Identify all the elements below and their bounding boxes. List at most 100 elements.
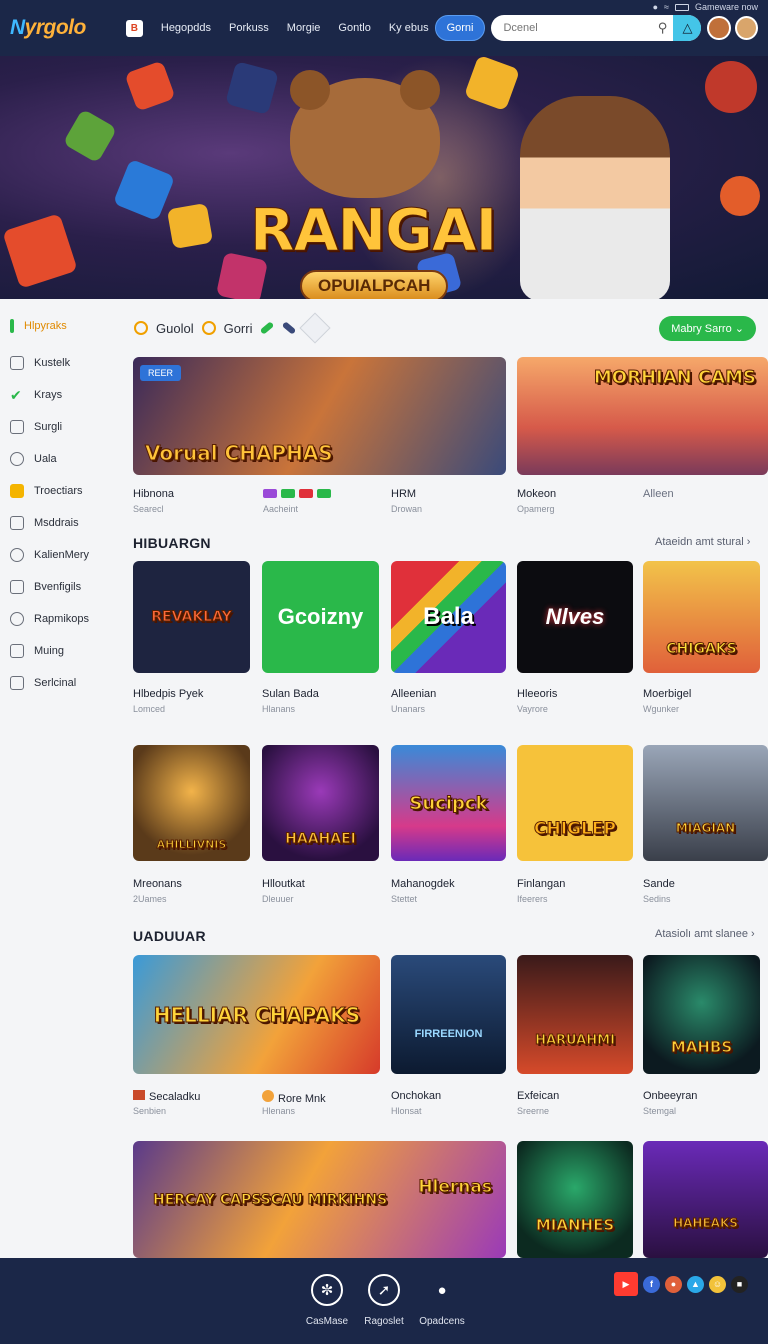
card-art-text: AHILLIVNIS bbox=[156, 838, 227, 852]
game-card[interactable]: FIRREENION bbox=[391, 955, 506, 1074]
sidebar-item-10[interactable]: Rapmikops bbox=[0, 603, 118, 635]
nav-pill-button[interactable]: Gorni bbox=[434, 15, 486, 41]
filter-chip-2[interactable]: Gorri bbox=[224, 321, 253, 336]
game-card[interactable]: CHIGAKS bbox=[643, 561, 760, 673]
tag-icon bbox=[281, 489, 295, 498]
search-icon[interactable]: ⚲ bbox=[651, 20, 673, 36]
card-subtitle: Sedins bbox=[643, 894, 671, 904]
card-title[interactable]: Mahanogdek bbox=[391, 878, 455, 890]
avatar[interactable] bbox=[707, 16, 731, 40]
card-title[interactable]: Onbeeyran bbox=[643, 1090, 697, 1102]
card-title[interactable]: Finlangan bbox=[517, 878, 565, 890]
section-view-all-link[interactable]: Ataeidn amt stural › bbox=[655, 536, 750, 548]
game-card[interactable]: REVAKLAY bbox=[133, 561, 250, 673]
main-nav: B Hegopdds Porkuss Morgie Gontlo Ky ebus bbox=[125, 19, 429, 37]
game-card[interactable]: HAAHAEI bbox=[262, 745, 379, 861]
chevron-down-icon: ⌄ bbox=[734, 322, 744, 335]
game-card[interactable]: Gcoizny bbox=[262, 561, 379, 673]
game-card[interactable]: MIANHES bbox=[517, 1141, 633, 1258]
compass-icon: ➚ bbox=[368, 1274, 400, 1306]
card-title[interactable]: Mokeon bbox=[517, 488, 556, 500]
card-art-text: HELLIAR CHAPAKS bbox=[153, 1002, 360, 1027]
card-art-text: CHIGAKS bbox=[666, 641, 737, 658]
card-title[interactable]: HRM bbox=[391, 488, 416, 500]
sidebar-item-3[interactable]: ✔ Krays bbox=[0, 379, 118, 411]
card-subtitle: Aacheint bbox=[263, 504, 299, 514]
game-icon bbox=[133, 1090, 145, 1100]
hero-banner[interactable]: RANGAI OPUIALPCAH bbox=[0, 56, 768, 299]
card-title[interactable]: Secaladku bbox=[133, 1090, 200, 1103]
hero-title: RANGAI bbox=[249, 196, 497, 265]
nav-item-4[interactable]: Gontlo bbox=[338, 22, 370, 34]
card-title[interactable]: Exfeican bbox=[517, 1090, 559, 1102]
card-title[interactable]: Hlloutkat bbox=[262, 878, 305, 890]
card-title[interactable]: Alleenian bbox=[391, 688, 436, 700]
chevron-right-icon: › bbox=[751, 928, 755, 940]
dice-decoration bbox=[2, 213, 78, 289]
game-card[interactable]: MAHBS bbox=[643, 955, 760, 1074]
notification-icon[interactable]: △ bbox=[673, 15, 702, 41]
nav-item-5[interactable]: Ky ebus bbox=[389, 22, 429, 34]
sidebar-item-5[interactable]: Uala bbox=[0, 443, 118, 475]
nav-item-2[interactable]: Porkuss bbox=[229, 22, 269, 34]
nav-item-1[interactable]: Hegopdds bbox=[161, 22, 211, 34]
card-art-text: HAAHAEI bbox=[285, 831, 357, 848]
game-card[interactable]: Nlves bbox=[517, 561, 633, 673]
youtube-icon[interactable]: ▶ bbox=[614, 1272, 638, 1296]
game-card[interactable]: HAHEAKS bbox=[643, 1141, 768, 1258]
user-icon[interactable] bbox=[734, 16, 758, 40]
sidebar-item-4[interactable]: Surgli bbox=[0, 411, 118, 443]
featured-card-left[interactable]: Vorual CHAPHAS bbox=[133, 357, 506, 475]
game-card[interactable]: HARUAHMI bbox=[517, 955, 633, 1074]
card-title[interactable]: Hleeoris bbox=[517, 688, 557, 700]
card-title[interactable]: Sande bbox=[643, 878, 675, 890]
sidebar-item-1[interactable]: Hlpyraks bbox=[0, 305, 118, 347]
game-card[interactable]: Bala bbox=[391, 561, 506, 673]
social-icon[interactable]: ● bbox=[665, 1275, 682, 1293]
card-title[interactable]: Sulan Bada bbox=[262, 688, 319, 700]
card-subtitle: Searecl bbox=[133, 504, 164, 514]
hero-character bbox=[520, 96, 670, 299]
card-title[interactable]: Mreonans bbox=[133, 878, 182, 890]
card-title[interactable]: Alleen bbox=[643, 488, 674, 500]
filter-chip-1[interactable]: Guolol bbox=[156, 321, 194, 336]
social-icon[interactable]: ☺ bbox=[709, 1275, 726, 1293]
sidebar-item-8[interactable]: KalienMery bbox=[0, 539, 118, 571]
bottom-nav-opadcens[interactable]: ● Opadcens bbox=[402, 1274, 482, 1328]
wifi-icon: ≈ bbox=[664, 2, 669, 12]
sidebar-item-2[interactable]: Kustelk bbox=[0, 347, 118, 379]
card-art-text: MIANHES bbox=[535, 1216, 615, 1235]
card-title[interactable]: Onchokan bbox=[391, 1090, 441, 1102]
sort-dropdown-button[interactable]: Mabry Sarro ⌄ bbox=[659, 315, 756, 341]
social-icon[interactable]: ■ bbox=[731, 1275, 748, 1293]
pill-icon[interactable] bbox=[260, 321, 275, 335]
game-card[interactable]: Sucipck bbox=[391, 745, 506, 861]
card-title[interactable]: Rore Mnk bbox=[262, 1090, 326, 1105]
card-art-text: MIAGIAN bbox=[675, 821, 736, 836]
featured-card-right[interactable]: MORHIAN CAMS bbox=[517, 357, 768, 475]
nav-item-3[interactable]: Morgie bbox=[287, 22, 321, 34]
card-title[interactable]: Hlbedpis Pyek bbox=[133, 688, 203, 700]
game-card[interactable]: HERCAY CAPSSCAU MIRKIHNS Hlernas bbox=[133, 1141, 506, 1258]
sidebar-item-12[interactable]: Serlcinal bbox=[0, 667, 118, 699]
game-card[interactable]: MIAGIAN bbox=[643, 745, 768, 861]
section-view-all-link[interactable]: Atasiolı amt slanee › bbox=[655, 928, 755, 940]
sidebar-item-6[interactable]: Troectiars bbox=[0, 475, 118, 507]
site-logo[interactable]: Nyrgolo bbox=[10, 16, 118, 40]
sidebar-item-9[interactable]: Bvenfigils bbox=[0, 571, 118, 603]
social-icon[interactable]: ▲ bbox=[687, 1275, 704, 1293]
game-card[interactable]: HELLIAR CHAPAKS bbox=[133, 955, 380, 1074]
sidebar-item-7[interactable]: Msddrais bbox=[0, 507, 118, 539]
search-input[interactable] bbox=[491, 22, 652, 34]
facebook-icon[interactable]: f bbox=[643, 1275, 660, 1293]
game-card[interactable]: CHIGLEP bbox=[517, 745, 633, 861]
pill-icon[interactable] bbox=[282, 321, 297, 335]
home-icon[interactable]: B bbox=[125, 19, 143, 37]
gem-icon[interactable] bbox=[299, 312, 332, 344]
card-title[interactable]: Hibnona bbox=[133, 488, 174, 500]
card-title[interactable]: Moerbigel bbox=[643, 688, 691, 700]
game-card[interactable]: AHILLIVNIS bbox=[133, 745, 250, 861]
tag-icon bbox=[317, 489, 331, 498]
card-subtitle: Hlenans bbox=[262, 1106, 296, 1116]
sidebar-item-11[interactable]: Muing bbox=[0, 635, 118, 667]
